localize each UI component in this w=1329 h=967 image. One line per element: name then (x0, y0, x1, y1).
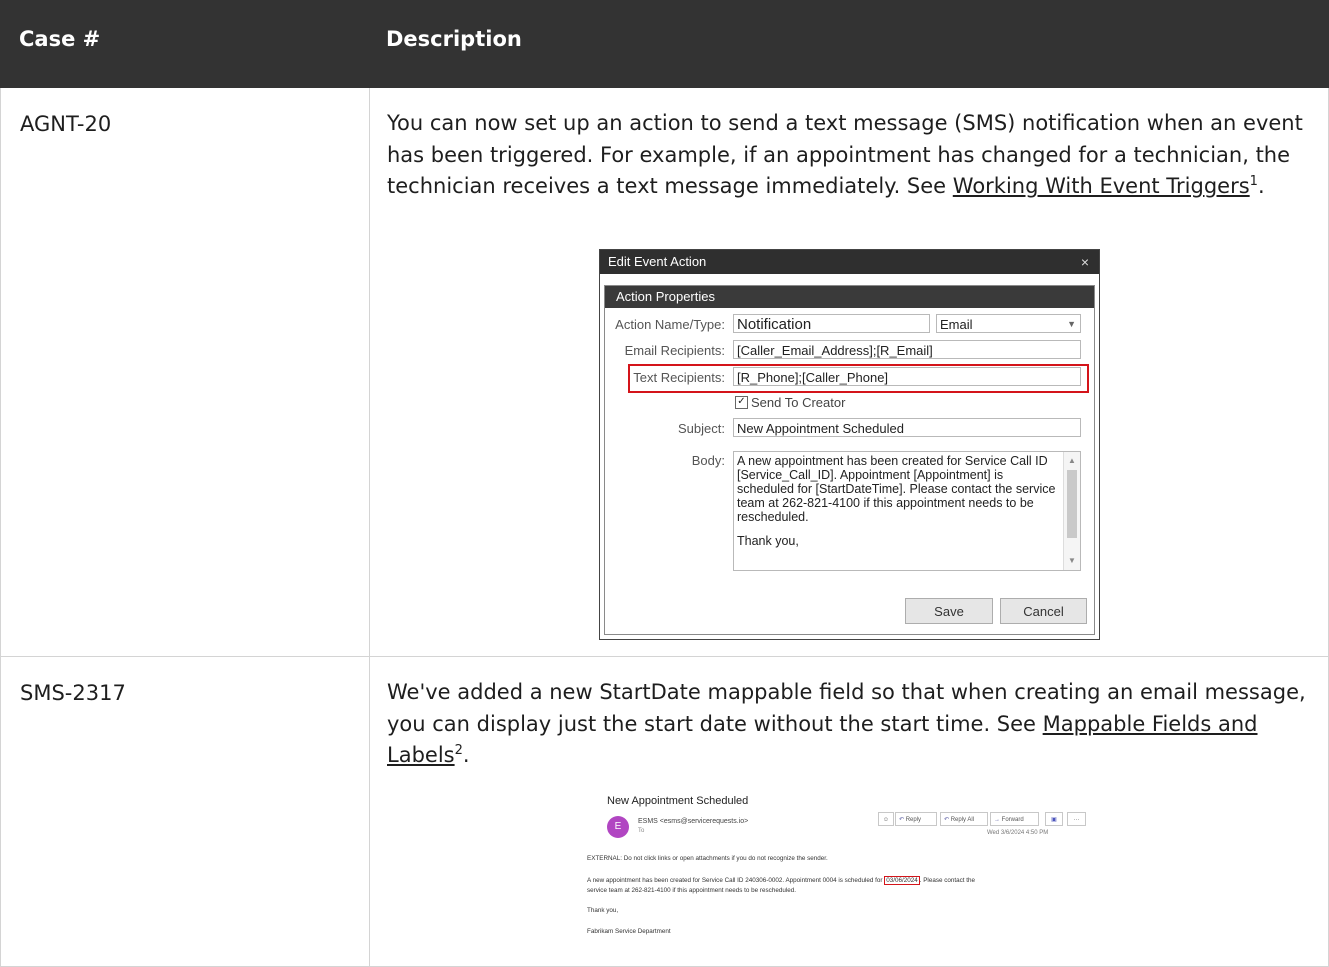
emoji-button[interactable]: ☺ (878, 812, 894, 826)
forward-button[interactable]: → Forward (990, 812, 1039, 826)
chevron-down-icon: ▼ (1067, 319, 1076, 329)
email-body-text: . Please contact the (919, 877, 976, 884)
send-to-creator-checkbox[interactable]: ✓ (735, 396, 748, 409)
email-recipients-label: Email Recipients: (624, 343, 725, 358)
email-body-line2: service team at 262-821-4100 if this app… (587, 887, 796, 894)
external-warning: EXTERNAL: Do not click links or open att… (587, 855, 828, 862)
email-subject: New Appointment Scheduled (607, 795, 749, 807)
description-text: You can now set up an action to send a t… (387, 108, 1307, 203)
scroll-up-icon: ▲ (1068, 456, 1076, 465)
column-divider (369, 88, 370, 656)
body-text: A new appointment has been created for S… (737, 454, 1056, 524)
forward-icon: → (994, 817, 1002, 823)
email-body-line1: A new appointment has been created for S… (587, 876, 976, 885)
scroll-thumb[interactable] (1067, 470, 1077, 538)
email-body-text: A new appointment has been created for S… (587, 877, 885, 884)
body-label: Body: (691, 453, 725, 468)
close-icon[interactable]: × (1081, 250, 1089, 274)
more-options-button[interactable]: ··· (1067, 812, 1086, 826)
header-description: Description (386, 27, 522, 51)
teams-icon[interactable]: ▣ (1045, 812, 1063, 826)
email-to: To (638, 828, 645, 834)
dialog-title: Edit Event Action (608, 254, 707, 269)
case-number: SMS-2317 (20, 681, 126, 705)
body-thanks: Thank you, (737, 534, 799, 548)
reply-all-label: Reply All (950, 817, 975, 823)
footnote-ref: 1 (1249, 174, 1258, 189)
email-from: ESMS <esms@servicerequests.io> (638, 818, 749, 825)
action-name-label: Action Name/Type: (615, 317, 725, 332)
email-signature: Fabrikam Service Department (587, 928, 671, 935)
action-properties-panel: Action Properties Action Name/Type: Noti… (604, 285, 1095, 635)
description-text: We've added a new StartDate mappable fie… (387, 677, 1307, 772)
case-number: AGNT-20 (20, 112, 112, 136)
header-case: Case # (19, 27, 101, 51)
email-thanks: Thank you, (587, 907, 619, 914)
email-preview: New Appointment Scheduled E ESMS <esms@s… (586, 795, 1086, 945)
subject-input[interactable]: New Appointment Scheduled (733, 418, 1081, 437)
send-to-creator-label: Send To Creator (751, 395, 846, 410)
scroll-down-icon: ▼ (1068, 556, 1076, 565)
email-recipients-input[interactable]: [Caller_Email_Address];[R_Email] (733, 340, 1081, 359)
edit-event-action-dialog: Edit Event Action × Action Properties Ac… (599, 249, 1100, 640)
email-date: Wed 3/6/2024 4:50 PM (987, 830, 1049, 836)
start-date-highlight: 03/06/2024 (884, 876, 920, 885)
subject-label: Subject: (678, 421, 725, 436)
description-tail: . (462, 743, 470, 767)
action-type-select[interactable]: Email ▼ (936, 314, 1081, 333)
text-recipients-input[interactable]: [R_Phone];[Caller_Phone] (733, 367, 1081, 386)
save-button[interactable]: Save (905, 598, 993, 624)
reply-all-button[interactable]: ↶ Reply All (940, 812, 988, 826)
column-divider (369, 657, 370, 966)
reply-button[interactable]: ↶ Reply (895, 812, 937, 826)
working-with-event-triggers-link[interactable]: Working With Event Triggers (953, 174, 1250, 198)
body-textarea[interactable]: A new appointment has been created for S… (733, 451, 1081, 571)
avatar: E (607, 816, 629, 838)
action-type-value: Email (940, 317, 973, 332)
description-tail: . (1257, 174, 1265, 198)
reply-all-icon: ↶ (944, 817, 951, 823)
text-recipients-label: Text Recipients: (633, 370, 725, 385)
cancel-button[interactable]: Cancel (1000, 598, 1087, 624)
table-header: Case # Description (0, 0, 1329, 88)
section-header: Action Properties (605, 286, 1094, 308)
body-scrollbar[interactable]: ▲ ▼ (1063, 452, 1080, 570)
forward-label: Forward (1001, 817, 1024, 823)
action-name-input[interactable]: Notification (733, 314, 930, 333)
dialog-title-bar: Edit Event Action × (600, 250, 1099, 274)
reply-icon: ↶ (899, 817, 906, 823)
footnote-ref: 2 (454, 743, 463, 758)
reply-label: Reply (905, 817, 922, 823)
